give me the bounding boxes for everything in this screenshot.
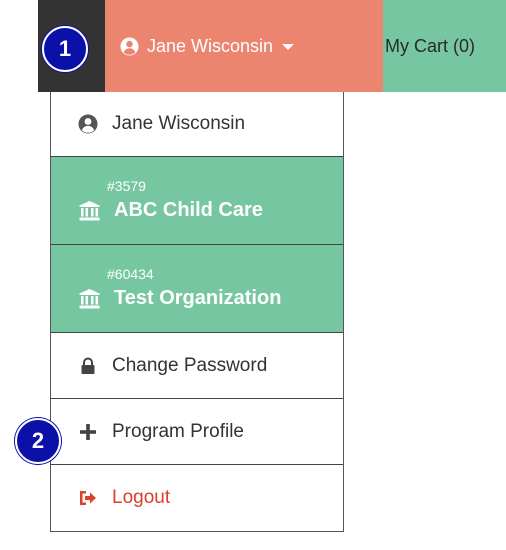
callout-badge-2: 2 <box>15 418 61 464</box>
program-profile-item[interactable]: Program Profile <box>51 399 343 465</box>
user-dropdown-menu: Jane Wisconsin #3579 ABC Child Care #604… <box>50 92 344 532</box>
organization-id: #60434 <box>107 266 154 282</box>
organization-id: #3579 <box>107 178 146 194</box>
user-circle-icon <box>78 114 98 134</box>
organization-item-abc-child-care[interactable]: #3579 ABC Child Care <box>51 157 343 245</box>
program-profile-label: Program Profile <box>112 420 244 442</box>
logout-label: Logout <box>112 487 171 508</box>
user-menu-name: Jane Wisconsin <box>147 35 274 56</box>
caret-down-icon <box>282 44 295 50</box>
lock-icon <box>81 357 95 374</box>
top-navbar: My Cart (0) Jane Wisconsin <box>38 0 506 92</box>
user-menu-toggle[interactable]: Jane Wisconsin <box>105 0 383 92</box>
change-password-label: Change Password <box>112 354 268 376</box>
plus-icon <box>80 423 96 440</box>
change-password-item[interactable]: Change Password <box>51 333 343 399</box>
cart-label: My Cart (0) <box>385 35 475 56</box>
institution-icon <box>79 288 100 308</box>
dropdown-user-item[interactable]: Jane Wisconsin <box>51 92 343 157</box>
user-circle-icon <box>120 36 139 56</box>
logout-item[interactable]: Logout <box>51 465 343 531</box>
organization-name: ABC Child Care <box>114 199 263 221</box>
organization-name: Test Organization <box>114 287 282 309</box>
dropdown-user-name: Jane Wisconsin <box>112 113 246 134</box>
institution-icon <box>79 200 100 220</box>
organization-item-test-organization[interactable]: #60434 Test Organization <box>51 245 343 333</box>
callout-badge-1: 1 <box>42 26 88 72</box>
sign-out-icon <box>80 491 96 505</box>
